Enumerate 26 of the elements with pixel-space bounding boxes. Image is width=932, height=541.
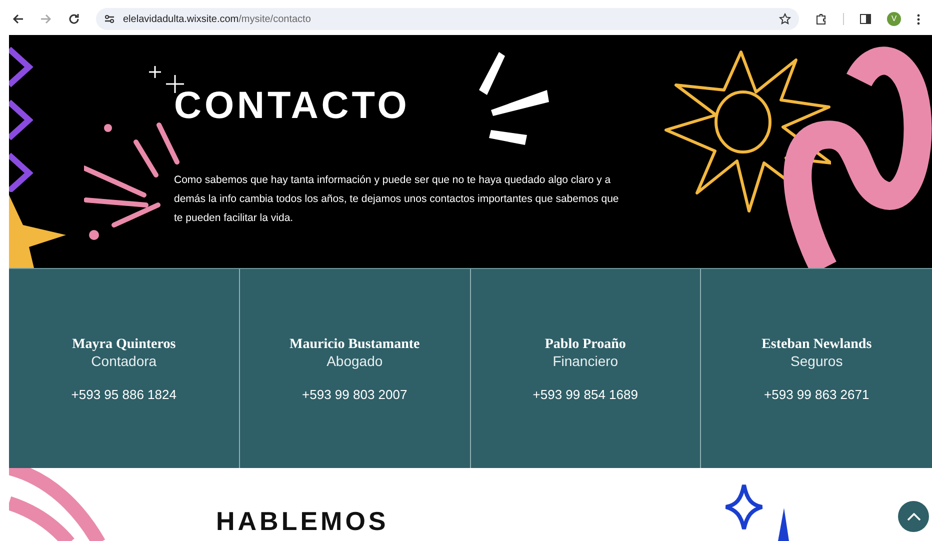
back-icon[interactable] bbox=[12, 13, 24, 25]
contact-name: Mayra Quinteros bbox=[72, 336, 176, 353]
side-panel-icon[interactable] bbox=[860, 14, 871, 24]
reload-icon[interactable] bbox=[68, 13, 80, 25]
phone-number: +593 95 886 1824 bbox=[71, 386, 176, 404]
more-menu-icon[interactable] bbox=[917, 14, 920, 24]
address-bar[interactable]: elelavidadulta.wixsite.com/mysite/contacto bbox=[96, 8, 799, 30]
contact-name: Mauricio Bustamante bbox=[289, 336, 420, 353]
chevron-up-icon bbox=[906, 512, 920, 520]
contact-name: Pablo Proaño bbox=[544, 336, 626, 353]
page-title: CONTACTO bbox=[174, 87, 410, 125]
phone-number: +593 99 863 2671 bbox=[764, 386, 870, 404]
phone-number: +593 99 803 2007 bbox=[302, 386, 408, 404]
extensions-icon[interactable] bbox=[815, 13, 827, 25]
phone-number: +593 99 854 1689 bbox=[532, 386, 638, 404]
contact-name: Esteban Newlands bbox=[762, 336, 872, 353]
url-text: elelavidadulta.wixsite.com/mysite/contacto bbox=[123, 12, 312, 26]
intro-paragraph: Como sabemos que hay tanta información y puede ser que no te haya quedado algo claro y a demás la info cambia todos los años, te dejamos unos contactos importantes que sabemos que te pueden facilitar la vida. bbox=[174, 173, 620, 226]
section-heading: HABLEMOS bbox=[216, 508, 389, 534]
contact-role: Contadora bbox=[91, 353, 157, 370]
contact-role: Financiero bbox=[552, 353, 618, 370]
site-settings-icon[interactable] bbox=[104, 14, 115, 24]
contact-role: Abogado bbox=[326, 353, 383, 370]
bookmark-star-icon[interactable] bbox=[779, 13, 791, 25]
contact-role: Seguros bbox=[790, 353, 843, 370]
scroll-to-top-button[interactable] bbox=[898, 501, 929, 532]
